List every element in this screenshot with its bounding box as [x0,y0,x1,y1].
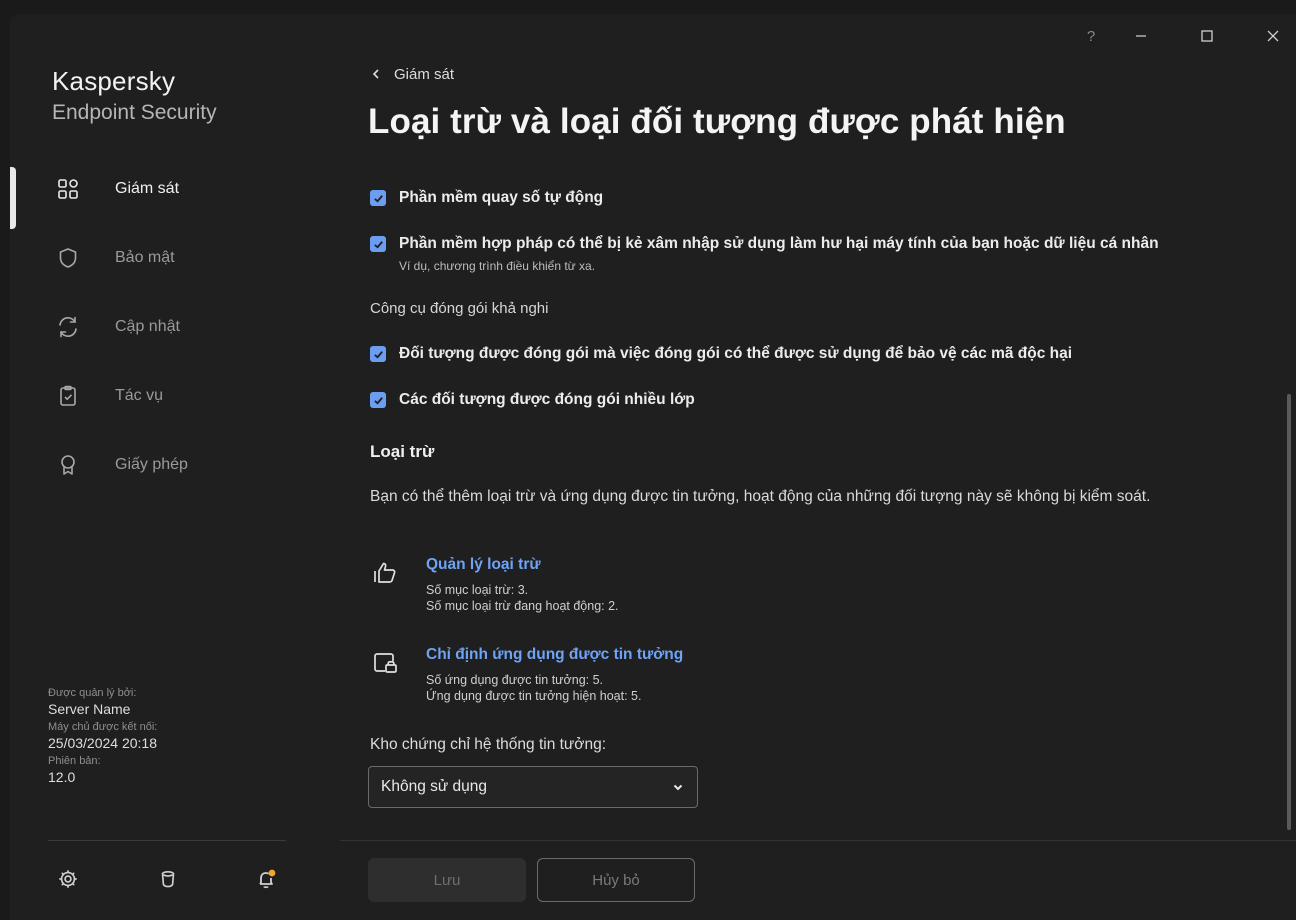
notifications-button[interactable] [253,866,279,892]
breadcrumb[interactable]: Giám sát [370,66,454,83]
sidebar-divider [48,840,286,841]
notifications-bell-icon [259,869,276,889]
cert-store-label: Kho chứng chỉ hệ thống tin tưởng: [370,736,607,753]
dashboard-icon [55,176,81,202]
sidebar-item-label: Giấy phép [115,455,188,473]
sidebar-item-label: Tác vụ [115,386,164,404]
managed-by-label: Được quản lý bởi: [48,687,137,699]
multipacked-checkbox[interactable] [370,392,386,408]
exclusions-description: Bạn có thể thêm loại trừ và ứng dụng đượ… [370,488,1151,505]
shield-icon [55,245,81,271]
manage-exclusions-block: Quản lý loại trừ Số mục loại trừ: 3. Số … [370,556,619,614]
sidebar-nav: Giám sát Bảo mật Cập nhật Tác vụ Giấy ph… [10,154,340,499]
checkmark-icon [373,194,383,203]
cancel-button[interactable]: Hủy bỏ [537,858,695,902]
app-window: ? Kaspersky Endpoint Security Giám sát B… [10,14,1296,920]
chevron-down-icon [671,780,685,794]
sidebar-item-tasks[interactable]: Tác vụ [10,361,340,430]
page-title: Loại trừ và loại đối tượng được phát hiệ… [368,102,1066,141]
managed-by-value: Server Name [48,701,131,717]
packed-objects-checkbox[interactable] [370,346,386,362]
trusted-app-lock-icon [370,648,400,678]
version-value: 12.0 [48,769,76,785]
cert-store-selected-value: Không sử dụng [381,778,488,795]
support-icon [161,870,175,888]
support-button[interactable] [155,866,181,892]
trusted-apps-block: Chỉ định ứng dụng được tin tưởng Số ứng … [370,646,683,704]
version-label: Phiên bản: [48,755,101,767]
product-name: Endpoint Security [52,101,217,124]
multipacked-label: Các đối tượng được đóng gói nhiều lớp [399,391,695,408]
checkbox-row-autodialer[interactable]: Phần mềm quay số tự động [370,188,603,208]
checkmark-icon [373,350,383,359]
breadcrumb-back-label[interactable]: Giám sát [394,66,454,83]
sidebar-item-label: Giám sát [115,179,180,197]
packers-section-label: Công cụ đóng gói khả nghi [370,300,549,317]
autodialer-checkbox[interactable] [370,190,386,206]
cert-store-select[interactable]: Không sử dụng [368,766,698,808]
exclusions-count: Số mục loại trừ: 3. [426,583,529,597]
checkbox-row-packed-objects[interactable]: Đối tượng được đóng gói mà việc đóng gói… [370,344,1072,364]
autodialer-label: Phần mềm quay số tự động [399,189,604,206]
sidebar-item-license[interactable]: Giấy phép [10,430,340,499]
legit-software-checkbox[interactable] [370,236,386,252]
checkmark-icon [373,240,383,249]
sidebar-item-label: Cập nhật [115,317,180,335]
legit-software-hint: Ví dụ, chương trình điều khiển từ xa. [399,259,596,273]
footer-divider [340,840,1296,841]
content-scrollbar[interactable] [1287,394,1291,830]
manage-exclusions-link[interactable]: Quản lý loại trừ [426,556,619,574]
legit-software-label: Phần mềm hợp pháp có thể bị kẻ xâm nhập … [399,235,1159,252]
brand: Kaspersky Endpoint Security [52,66,217,125]
connected-label: Máy chủ được kết nối: [48,721,158,733]
connected-value: 25/03/2024 20:18 [48,735,157,751]
sidebar-item-security[interactable]: Bảo mật [10,223,340,292]
sidebar-item-label: Bảo mật [115,248,175,266]
settings-button[interactable] [55,866,81,892]
thumbs-up-icon [370,558,400,588]
sidebar-item-monitoring[interactable]: Giám sát [10,154,340,223]
license-ribbon-icon [55,452,81,478]
trusted-apps-link[interactable]: Chỉ định ứng dụng được tin tưởng [426,646,683,664]
checkmark-icon [373,396,383,405]
active-trusted-apps-count: Ứng dụng được tin tưởng hiện hoạt: 5. [426,689,642,703]
settings-icon [59,870,77,888]
sync-icon [55,314,81,340]
packed-objects-label: Đối tượng được đóng gói mà việc đóng gói… [399,345,1073,362]
checkbox-row-legit-software[interactable]: Phần mềm hợp pháp có thể bị kẻ xâm nhập … [370,234,1159,273]
checkbox-row-multipacked[interactable]: Các đối tượng được đóng gói nhiều lớp [370,390,695,410]
save-button[interactable]: Lưu [368,858,526,902]
brand-name: Kaspersky [52,66,176,96]
exclusions-heading: Loại trừ [370,442,435,461]
clipboard-check-icon [55,383,81,409]
trusted-apps-count: Số ứng dụng được tin tưởng: 5. [426,673,604,687]
chevron-left-icon [370,67,382,83]
active-exclusions-count: Số mục loại trừ đang hoạt động: 2. [426,599,619,613]
sidebar-item-update[interactable]: Cập nhật [10,292,340,361]
main-content: Giám sát Loại trừ và loại đối tượng được… [340,14,1296,920]
management-info: Được quản lý bởi: Server Name Máy chủ đư… [48,686,318,788]
